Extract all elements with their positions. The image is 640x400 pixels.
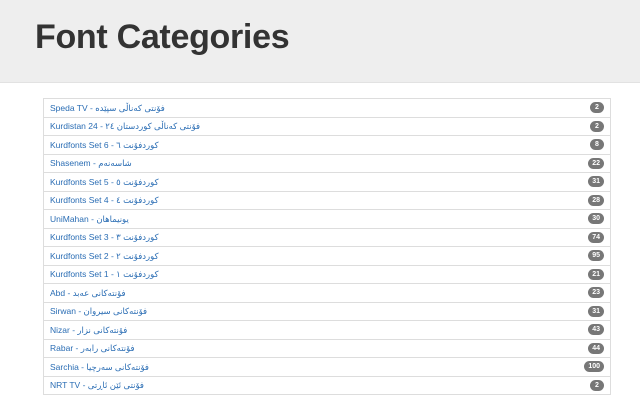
page-title: Font Categories [35, 18, 290, 56]
count-badge: 74 [588, 231, 604, 243]
category-link[interactable]: NRT TV - فۆنتی ئێن ئاڕتی [50, 381, 144, 390]
category-link[interactable]: Kurdfonts Set 5 - کوردفۆنت ٥ [50, 177, 159, 187]
category-link[interactable]: Speda TV - فۆنتی کەناڵی سپێدە [50, 103, 165, 113]
list-item[interactable]: Sirwan - فۆنتەکانی سیروان 31 [43, 302, 611, 321]
category-link[interactable]: Sirwan - فۆنتەکانی سیروان [50, 307, 147, 316]
list-item[interactable]: Kurdfonts Set 2 - کوردفۆنت ٢ 95 [43, 247, 611, 266]
count-badge: 23 [588, 287, 604, 299]
list-item[interactable]: Kurdfonts Set 1 - کوردفۆنت ١ 21 [43, 265, 611, 284]
list-item[interactable]: NRT TV - فۆنتی ئێن ئاڕتی 2 [43, 376, 611, 395]
count-badge: 8 [590, 139, 604, 151]
count-badge: 28 [588, 194, 604, 206]
list-item[interactable]: Shasenem - شاسەنەم 22 [43, 154, 611, 173]
category-link[interactable]: Nizar - فۆنتەکانی نزار [50, 325, 127, 335]
list-item[interactable]: Abd - فۆنتەکانی عەبد 23 [43, 284, 611, 303]
list-item[interactable]: Kurdfonts Set 3 - کوردفۆنت ٣ 74 [43, 228, 611, 247]
count-badge: 2 [590, 102, 604, 114]
category-link[interactable]: Kurdfonts Set 1 - کوردفۆنت ١ [50, 270, 159, 279]
list-item[interactable]: Speda TV - فۆنتی کەناڵی سپێدە 2 [43, 99, 611, 118]
list-item[interactable]: Rabar - فۆنتەکانی رابەر 44 [43, 339, 611, 358]
count-badge: 30 [588, 213, 604, 225]
list-item[interactable]: Kurdfonts Set 6 - کوردفۆنت ٦ 8 [43, 136, 611, 155]
count-badge: 22 [588, 157, 604, 169]
category-link[interactable]: Kurdfonts Set 2 - کوردفۆنت ٢ [50, 251, 159, 261]
category-link[interactable]: Kurdfonts Set 4 - کوردفۆنت ٤ [50, 196, 159, 205]
list-item[interactable]: Sarchia - فۆنتەکانی سەرچیا 100 [43, 358, 611, 377]
count-badge: 44 [588, 342, 604, 354]
page-header: Font Categories [0, 0, 640, 83]
category-list-container: Speda TV - فۆنتی کەناڵی سپێدە 2 Kurdistan … [43, 98, 611, 395]
category-link[interactable]: Kurdistan 24 - فۆنتی کەناڵی کوردستان ٢٤ [50, 122, 200, 131]
category-link[interactable]: UniMahan - یونیماهان [50, 214, 129, 224]
count-badge: 100 [584, 361, 604, 373]
count-badge: 43 [588, 324, 604, 336]
category-link[interactable]: Sarchia - فۆنتەکانی سەرچیا [50, 362, 149, 372]
count-badge: 31 [588, 176, 604, 188]
list-item[interactable]: Kurdfonts Set 5 - کوردفۆنت ٥ 31 [43, 173, 611, 192]
count-badge: 31 [588, 305, 604, 317]
category-link[interactable]: Shasenem - شاسەنەم [50, 159, 132, 168]
list-item[interactable]: UniMahan - یونیماهان 30 [43, 210, 611, 229]
count-badge: 21 [588, 268, 604, 280]
count-badge: 2 [590, 120, 604, 132]
category-link[interactable]: Abd - فۆنتەکانی عەبد [50, 288, 126, 298]
category-list: Speda TV - فۆنتی کەناڵی سپێدە 2 Kurdistan … [43, 98, 611, 395]
category-link[interactable]: Kurdfonts Set 3 - کوردفۆنت ٣ [50, 233, 159, 242]
category-link[interactable]: Kurdfonts Set 6 - کوردفۆنت ٦ [50, 140, 159, 150]
list-item[interactable]: Kurdistan 24 - فۆنتی کەناڵی کوردستان ٢٤ 2 [43, 117, 611, 136]
list-item[interactable]: Kurdfonts Set 4 - کوردفۆنت ٤ 28 [43, 191, 611, 210]
category-link[interactable]: Rabar - فۆنتەکانی رابەر [50, 344, 135, 353]
count-badge: 95 [588, 250, 604, 262]
count-badge: 2 [590, 379, 604, 391]
list-item[interactable]: Nizar - فۆنتەکانی نزار 43 [43, 321, 611, 340]
